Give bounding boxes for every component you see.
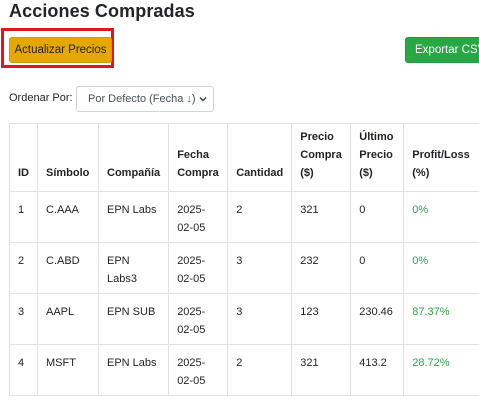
header-id: ID — [9, 123, 38, 192]
table-row: 3 AAPL EPN SUB 2025-02-05 3 123 230.46 8… — [9, 293, 479, 345]
header-last-price: Último Precio ($) — [350, 123, 405, 192]
header-company: Compañía — [97, 123, 170, 192]
cell-id: 1 — [9, 191, 38, 243]
sort-select[interactable]: Por Defecto (Fecha ↓) — [76, 86, 214, 112]
cell-date: 2025-02-05 — [168, 191, 229, 243]
cell-id: 3 — [9, 293, 38, 345]
header-profit-loss: Profit/Loss (%) — [403, 123, 479, 192]
sort-label: Ordenar Por: — [9, 92, 73, 104]
cell-last-price: 230.46 — [350, 293, 405, 345]
cell-buy-price: 123 — [291, 293, 352, 345]
cell-last-price: 0 — [350, 191, 405, 243]
cell-quantity: 2 — [227, 344, 293, 396]
cell-symbol: C.ABD — [37, 242, 99, 294]
cell-buy-price: 321 — [291, 344, 352, 396]
cell-company: EPN SUB — [97, 293, 170, 345]
table-row: 1 C.AAA EPN Labs 2025-02-05 2 321 0 0% — [9, 191, 479, 243]
table-row: 4 MSFT EPN Labs 2025-02-05 2 321 413.2 2… — [9, 344, 479, 396]
cell-quantity: 3 — [227, 293, 293, 345]
cell-symbol: MSFT — [37, 344, 99, 396]
cell-last-price: 413.2 — [350, 344, 405, 396]
cell-symbol: AAPL — [37, 293, 99, 345]
table-row: 2 C.ABD EPN Labs3 2025-02-05 3 232 0 0% — [9, 242, 479, 294]
cell-company: EPN Labs — [97, 191, 170, 243]
cell-last-price: 0 — [350, 242, 405, 294]
update-prices-button[interactable]: Actualizar Precios — [9, 37, 112, 63]
cell-profit-loss: 0% — [403, 242, 479, 294]
cell-company: EPN Labs3 — [97, 242, 170, 294]
header-buy-price: Precio Compra ($) — [291, 123, 352, 192]
cell-date: 2025-02-05 — [168, 344, 229, 396]
header-quantity: Cantidad — [227, 123, 293, 192]
cell-quantity: 3 — [227, 242, 293, 294]
cell-buy-price: 321 — [291, 191, 352, 243]
page-title: Acciones Compradas — [9, 1, 195, 21]
cell-profit-loss: 87.37% — [403, 293, 479, 345]
cell-date: 2025-02-05 — [168, 242, 229, 294]
table-header-row: ID Símbolo Compañía Fecha Compra Cantida… — [9, 123, 479, 192]
cell-id: 4 — [9, 344, 38, 396]
cell-buy-price: 232 — [291, 242, 352, 294]
sort-select-value: Por Defecto (Fecha ↓) — [88, 93, 196, 105]
cell-company: EPN Labs — [97, 344, 170, 396]
cell-date: 2025-02-05 — [168, 293, 229, 345]
purchases-table: ID Símbolo Compañía Fecha Compra Cantida… — [9, 123, 479, 396]
purchases-table-wrap: ID Símbolo Compañía Fecha Compra Cantida… — [9, 123, 479, 396]
export-csv-button[interactable]: Exportar CSV — [405, 37, 479, 63]
cell-symbol: C.AAA — [37, 191, 99, 243]
header-date: Fecha Compra — [168, 123, 229, 192]
page: Acciones Compradas Actualizar Precios Ex… — [0, 0, 479, 400]
cell-profit-loss: 0% — [403, 191, 479, 243]
chevron-down-icon — [199, 97, 207, 102]
cell-id: 2 — [9, 242, 38, 294]
cell-profit-loss: 28.72% — [403, 344, 479, 396]
cell-quantity: 2 — [227, 191, 293, 243]
header-symbol: Símbolo — [37, 123, 99, 192]
